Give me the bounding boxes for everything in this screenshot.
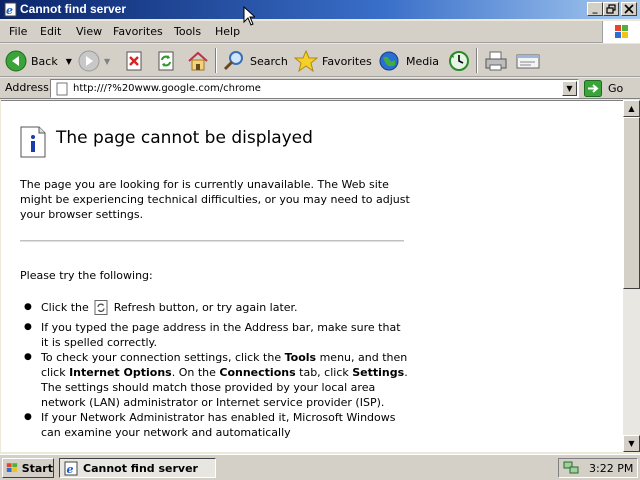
- favorites-label: Favorites: [322, 54, 372, 68]
- go-arrow-icon: [584, 80, 602, 97]
- back-label: Back: [31, 54, 58, 68]
- search-icon: [223, 51, 243, 71]
- media-button[interactable]: Media: [378, 48, 439, 74]
- bullet1-text-pre: Click the: [41, 301, 89, 314]
- address-input[interactable]: http:///?%20www.google.com/chrome ▼: [50, 79, 579, 98]
- refresh-icon: [158, 51, 174, 71]
- minimize-button[interactable]: _: [587, 2, 603, 16]
- window-title: Cannot find server: [20, 2, 127, 16]
- toolbar-separator: [476, 48, 478, 73]
- media-label: Media: [406, 54, 440, 68]
- history-icon: [449, 51, 469, 71]
- media-globe-icon: [379, 51, 399, 71]
- back-arrow-icon: [5, 50, 27, 72]
- error-title: The page cannot be displayed: [56, 128, 313, 148]
- divider: [20, 240, 404, 242]
- refresh-icon: [94, 300, 108, 315]
- scroll-up-button[interactable]: ▲: [623, 100, 640, 117]
- bullet3-connections: Connections: [219, 366, 296, 379]
- menu-tools[interactable]: Tools: [174, 25, 201, 38]
- bullet1-text-post: Refresh button, or try again later.: [113, 301, 298, 314]
- bullet2-text: If you typed the page address in the Add…: [41, 321, 401, 349]
- menu-edit[interactable]: Edit: [40, 25, 61, 38]
- forward-dropdown-icon[interactable]: ▼: [104, 57, 110, 66]
- search-label: Search: [250, 54, 288, 68]
- address-label: Address: [5, 81, 49, 94]
- windows-logo-icon: [6, 463, 18, 472]
- edit-page-icon: [516, 54, 540, 69]
- search-button[interactable]: Search: [222, 48, 288, 74]
- address-bar: Address http:///?%20www.google.com/chrom…: [0, 78, 640, 99]
- network-icon[interactable]: [563, 461, 579, 475]
- error-description: The page you are looking for is currentl…: [20, 178, 410, 221]
- close-button[interactable]: [621, 2, 637, 16]
- home-icon: [188, 51, 208, 71]
- menu-bar: File Edit View Favorites Tools Help: [0, 21, 640, 43]
- browser-window: e Cannot find server _ File Edit View Fa…: [0, 0, 640, 454]
- toolbar-separator: [215, 48, 217, 73]
- favorites-button[interactable]: Favorites: [294, 48, 372, 74]
- go-button[interactable]: Go: [584, 79, 623, 98]
- stop-icon: [126, 51, 142, 71]
- restore-icon: [606, 4, 616, 14]
- svg-text:e: e: [6, 4, 13, 17]
- title-bar[interactable]: e Cannot find server _: [0, 0, 640, 19]
- refresh-button[interactable]: [155, 48, 177, 74]
- menu-favorites[interactable]: Favorites: [113, 25, 163, 38]
- taskbar: Start e Cannot find server 3:22 PM: [0, 454, 640, 480]
- list-item: If you typed the page address in the Add…: [24, 320, 411, 350]
- bullet3-text-a: To check your connection settings, click…: [41, 351, 282, 364]
- menu-help[interactable]: Help: [215, 25, 240, 38]
- list-item: Click the Refresh button, or try again l…: [24, 300, 411, 315]
- page-content: The page cannot be displayed The page yo…: [1, 100, 623, 452]
- print-icon: [485, 51, 507, 71]
- back-dropdown-icon[interactable]: ▼: [66, 57, 72, 66]
- vertical-scrollbar[interactable]: ▲ ▼: [623, 100, 640, 452]
- history-button[interactable]: [447, 48, 471, 74]
- back-button[interactable]: Back ▼: [5, 48, 72, 74]
- suggestion-list: Click the Refresh button, or try again l…: [24, 300, 411, 440]
- ie-page-icon: e: [4, 2, 17, 17]
- bullet3-tools: Tools: [284, 351, 317, 364]
- bullet3-settings: Settings: [352, 366, 405, 379]
- windows-logo-icon: [602, 21, 640, 43]
- menu-view[interactable]: View: [76, 25, 102, 38]
- taskbar-window-label: Cannot find server: [83, 461, 198, 475]
- home-button[interactable]: [186, 48, 210, 74]
- scroll-thumb[interactable]: [623, 117, 640, 289]
- bullet4-text: If your Network Administrator has enable…: [41, 411, 396, 439]
- list-item: If your Network Administrator has enable…: [24, 410, 411, 440]
- mouse-cursor-icon: [243, 6, 255, 26]
- stop-button[interactable]: [123, 48, 145, 74]
- svg-text:e: e: [67, 463, 74, 476]
- favorites-star-icon: [294, 50, 318, 72]
- go-label: Go: [608, 82, 624, 95]
- start-label: Start: [21, 461, 53, 475]
- start-button[interactable]: Start: [2, 458, 54, 478]
- info-icon: [20, 126, 46, 158]
- system-tray: 3:22 PM: [558, 458, 638, 478]
- close-icon: [624, 4, 634, 14]
- maximize-button[interactable]: [603, 2, 619, 16]
- forward-button[interactable]: ▼: [78, 48, 110, 74]
- menu-file[interactable]: File: [9, 25, 27, 38]
- list-item: To check your connection settings, click…: [24, 350, 411, 410]
- page-icon: [56, 82, 68, 96]
- taskbar-window-button[interactable]: e Cannot find server: [59, 458, 216, 478]
- clock[interactable]: 3:22 PM: [589, 462, 633, 475]
- scroll-down-button[interactable]: ▼: [623, 435, 640, 452]
- edit-button[interactable]: [515, 48, 541, 74]
- address-dropdown-button[interactable]: ▼: [562, 81, 577, 96]
- bullet3-text-c: . On the: [171, 366, 216, 379]
- standard-toolbar: Back ▼ ▼ Search Favorites Media: [0, 44, 640, 77]
- address-value: http:///?%20www.google.com/chrome: [73, 83, 261, 94]
- ie-page-icon: e: [64, 461, 78, 476]
- forward-arrow-icon: [78, 50, 100, 72]
- try-heading: Please try the following:: [20, 269, 153, 282]
- bullet3-internet-options: Internet Options: [69, 366, 172, 379]
- bullet3-text-d: tab, click: [299, 366, 349, 379]
- print-button[interactable]: [483, 48, 509, 74]
